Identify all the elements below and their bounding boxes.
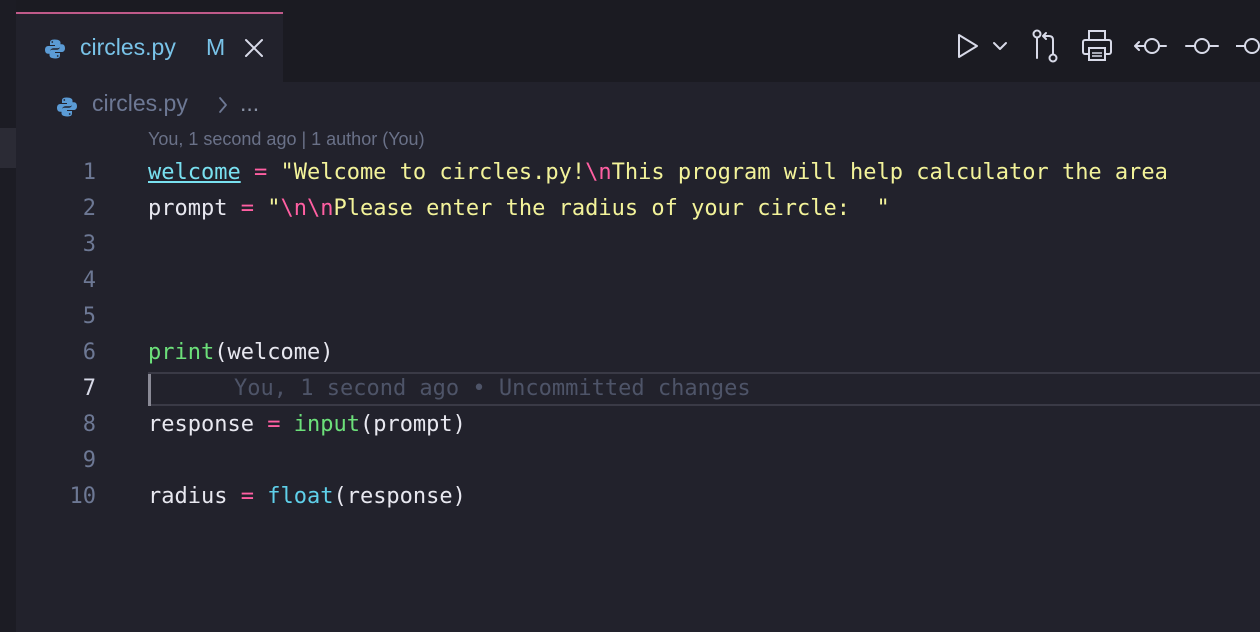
compare-changes-icon[interactable] <box>1028 28 1062 64</box>
code-token: "Welcome to circles.py! <box>280 160 586 185</box>
code-token: = <box>253 160 268 185</box>
next-change-icon[interactable] <box>1235 28 1260 64</box>
line-number: 3 <box>82 232 96 257</box>
code-token: input <box>293 412 360 437</box>
run-icon[interactable] <box>954 28 982 64</box>
commit-icon[interactable] <box>1184 28 1220 64</box>
code-line[interactable]: 3 <box>16 228 1260 264</box>
text-cursor <box>148 374 151 406</box>
active-marker <box>0 128 16 168</box>
code-token: = <box>267 412 281 437</box>
code-line[interactable]: 7 You, 1 second ago • Uncommitted changes <box>16 372 1260 408</box>
close-icon[interactable] <box>244 38 264 58</box>
code-token: (response) <box>333 484 466 509</box>
tab-title: circles.py <box>80 34 176 60</box>
code-text: print(welcome) <box>148 340 333 365</box>
python-icon <box>56 96 78 122</box>
code-token: = <box>240 196 254 221</box>
code-token: print <box>148 340 215 365</box>
code-token: This program will help calculator the ar… <box>611 160 1168 185</box>
print-icon[interactable] <box>1080 28 1114 64</box>
python-icon <box>44 38 66 64</box>
chevron-down-icon[interactable] <box>990 28 1010 64</box>
code-line[interactable]: 6 print(welcome) <box>16 336 1260 372</box>
activity-strip <box>0 0 16 632</box>
code-token: = <box>240 484 254 509</box>
editor-tab[interactable]: circles.py M <box>16 12 283 82</box>
code-line[interactable]: 8 response = input(prompt) <box>16 408 1260 444</box>
line-number: 6 <box>82 340 96 365</box>
code-token: \n\n <box>280 196 334 221</box>
modified-badge: M <box>206 34 226 60</box>
code-line[interactable]: 2 prompt = "\n\nPlease enter the radius o… <box>16 192 1260 228</box>
blame-header[interactable]: You, 1 second ago | 1 author (You) <box>148 129 425 150</box>
code-line[interactable]: 10 radius = float(response) <box>16 480 1260 516</box>
code-token: prompt <box>148 196 241 221</box>
line-number: 9 <box>82 448 96 473</box>
code-token: radius <box>148 484 241 509</box>
line-number: 2 <box>82 196 96 221</box>
code-line[interactable]: 1 welcome = "Welcome to circles.py!\nThis… <box>16 156 1260 192</box>
code-text: welcome = "Welcome to circles.py!\nThis … <box>148 160 1168 185</box>
code-token: \n <box>585 160 612 185</box>
code-line[interactable]: 5 <box>16 300 1260 336</box>
line-number: 7 <box>82 376 96 401</box>
line-number: 5 <box>82 304 96 329</box>
code-text: prompt = "\n\nPlease enter the radius of… <box>148 196 890 221</box>
code-token: Please enter the radius of your circle: … <box>333 196 890 221</box>
code-text: response = input(prompt) <box>148 412 466 437</box>
code-token: float <box>267 484 334 509</box>
code-line[interactable]: 4 <box>16 264 1260 300</box>
line-number: 10 <box>69 484 97 509</box>
code-token: (welcome) <box>214 340 334 365</box>
code-line[interactable]: 9 <box>16 444 1260 480</box>
code-token: (prompt) <box>359 412 466 437</box>
code-token: response <box>148 412 268 437</box>
line-number: 4 <box>82 268 96 293</box>
breadcrumb-more[interactable]: ... <box>240 90 259 117</box>
previous-change-icon[interactable] <box>1132 28 1168 64</box>
line-number: 8 <box>82 412 96 437</box>
line-number: 1 <box>82 160 96 185</box>
tab-bar: circles.py M <box>16 0 1260 82</box>
code-token: " <box>267 196 281 221</box>
inline-blame: You, 1 second ago • Uncommitted changes <box>234 376 751 401</box>
code-token: welcome <box>148 160 241 185</box>
code-text: radius = float(response) <box>148 484 466 509</box>
chevron-right-icon <box>216 94 230 120</box>
code-editor[interactable]: 1 welcome = "Welcome to circles.py!\nThis… <box>16 156 1260 516</box>
breadcrumb-file[interactable]: circles.py <box>92 90 188 117</box>
